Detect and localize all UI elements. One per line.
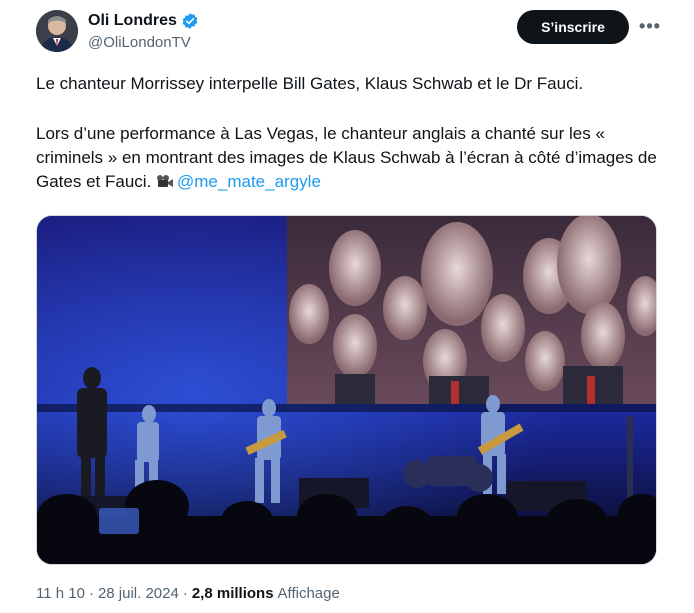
movie-camera-icon xyxy=(156,171,174,187)
tweet-text-body: Lors d’une performance à Las Vegas, le c… xyxy=(36,124,657,191)
tweet-media-image[interactable] xyxy=(36,215,657,565)
meta-separator: · xyxy=(182,585,188,602)
author-name-row: Oli Londres xyxy=(88,12,199,30)
mention-link[interactable]: @me_mate_argyle xyxy=(177,172,321,191)
tweet-text-paragraph-1: Le chanteur Morrissey interpelle Bill Ga… xyxy=(36,74,584,93)
author-display-name[interactable]: Oli Londres xyxy=(88,12,177,30)
avatar[interactable] xyxy=(36,10,78,52)
author-handle[interactable]: @OliLondonTV xyxy=(88,34,191,51)
tweet-date[interactable]: 28 juil. 2024 xyxy=(98,585,179,602)
tweet-time[interactable]: 11 h 10 xyxy=(36,585,85,602)
tweet-card: Oli Londres @OliLondonTV S’inscrire ••• … xyxy=(0,0,694,613)
more-options-icon[interactable]: ••• xyxy=(638,14,662,38)
verified-badge-icon xyxy=(181,12,199,30)
meta-separator: · xyxy=(88,585,94,602)
tweet-meta: 11 h 10 · 28 juil. 2024 · 2,8 millions A… xyxy=(36,585,340,602)
follow-button[interactable]: S’inscrire xyxy=(517,10,629,44)
views-label: Affichage xyxy=(277,585,340,602)
tweet-text-paragraph-2: Lors d’une performance à Las Vegas, le c… xyxy=(36,122,666,194)
views-count: 2,8 millions xyxy=(191,585,274,602)
